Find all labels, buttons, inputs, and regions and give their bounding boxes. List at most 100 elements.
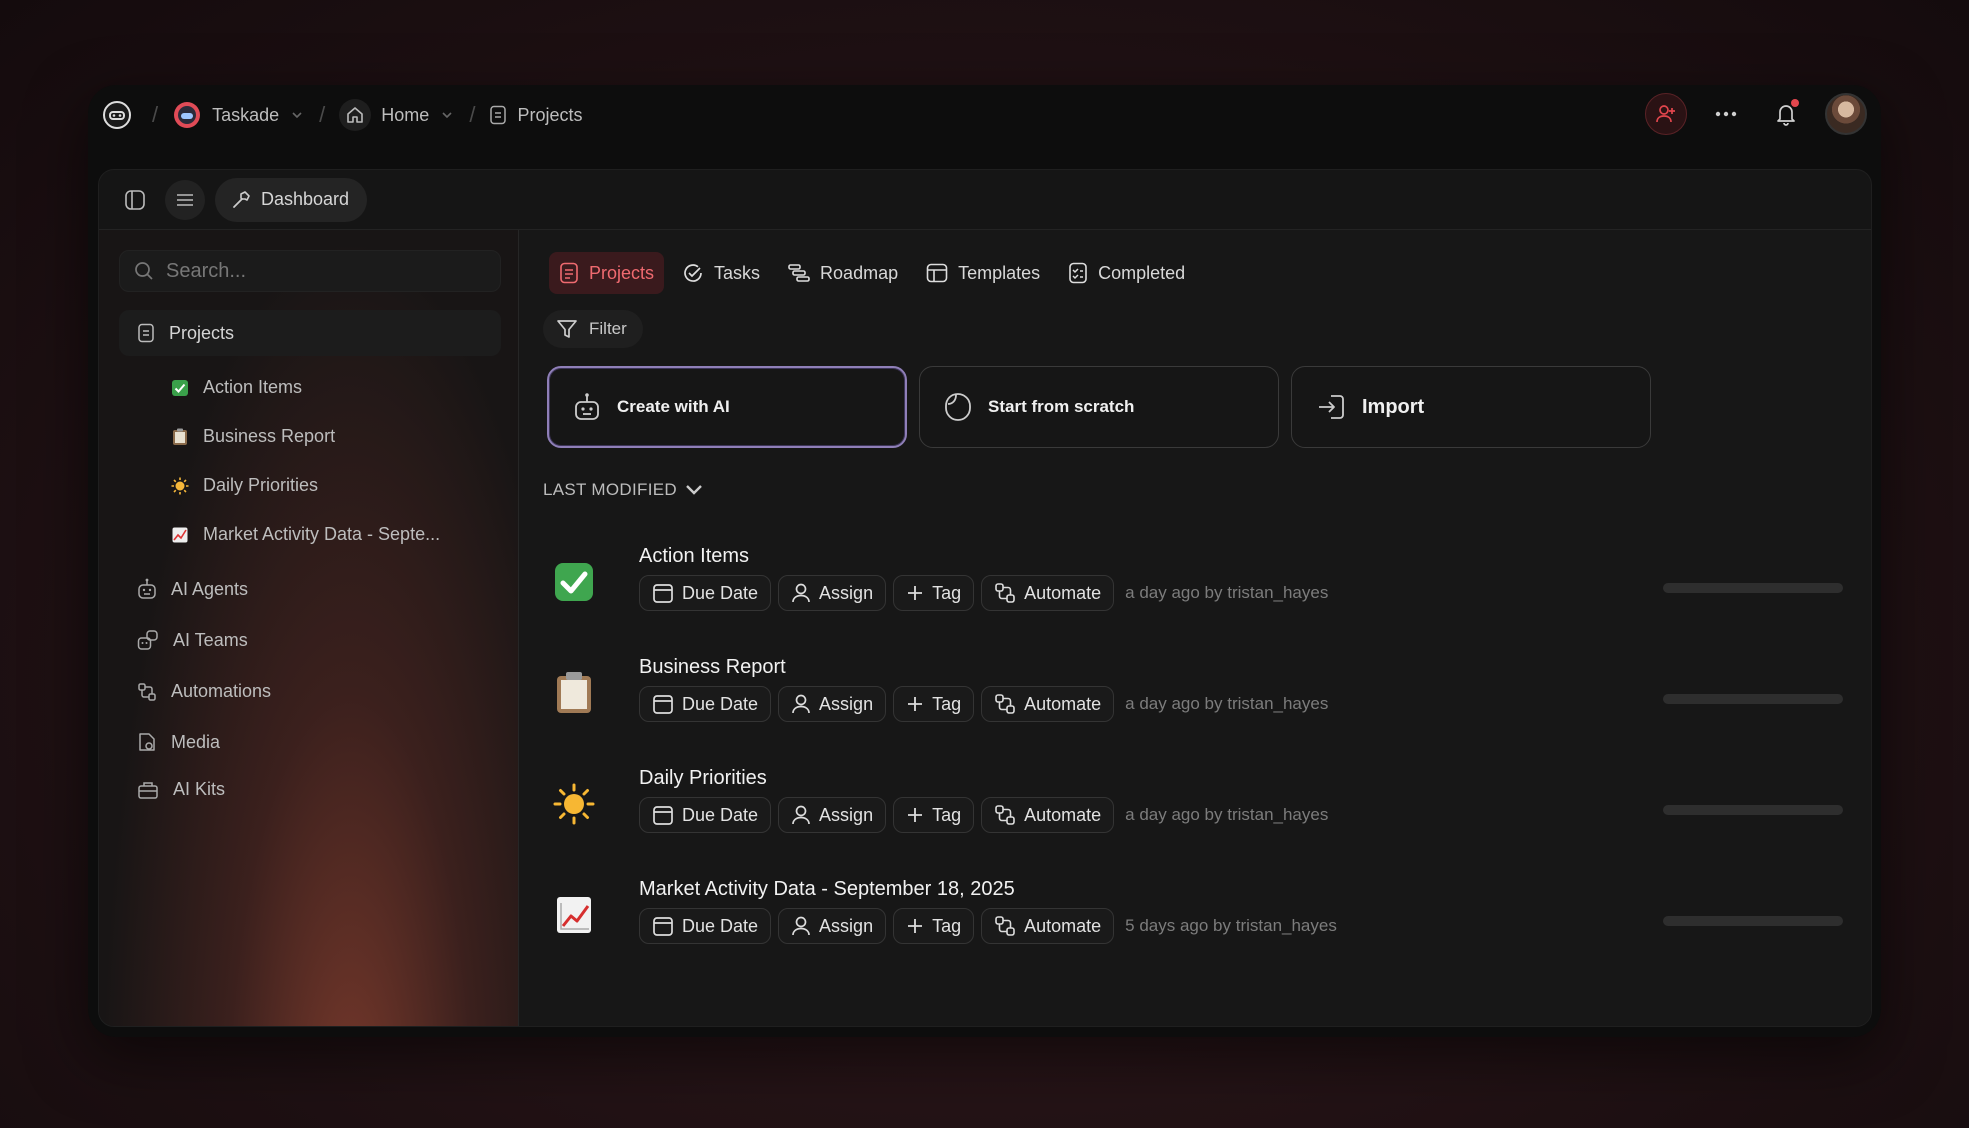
card-label: Start from scratch bbox=[988, 397, 1135, 416]
sidebar-item-media[interactable]: Media bbox=[137, 731, 220, 753]
check-emoji-icon bbox=[549, 557, 599, 607]
chevron-down-icon bbox=[442, 112, 452, 119]
search-input[interactable]: Search... bbox=[119, 250, 501, 292]
sidebar-item-ai-agents[interactable]: AI Agents bbox=[137, 578, 248, 600]
automate-button[interactable]: Automate bbox=[981, 575, 1115, 611]
filter-label: Filter bbox=[589, 319, 627, 338]
check-emoji-icon bbox=[171, 379, 189, 397]
roadmap-icon bbox=[788, 264, 810, 282]
chip-label: Automate bbox=[1024, 693, 1102, 714]
automation-icon bbox=[995, 916, 1015, 936]
more-options-button[interactable] bbox=[1705, 93, 1747, 135]
tag-button[interactable]: Tag bbox=[893, 797, 975, 833]
tab-templates[interactable]: Templates bbox=[916, 252, 1050, 294]
sidebar-panel-icon bbox=[125, 189, 145, 210]
sidebar-item-label: Automations bbox=[171, 681, 272, 701]
project-actions: Due Date Assign Tag Automate a day ago b… bbox=[639, 686, 1328, 722]
tasks-icon bbox=[684, 264, 702, 282]
user-icon bbox=[792, 583, 810, 603]
project-actions: Due Date Assign Tag Automate 5 days ago … bbox=[639, 908, 1337, 944]
sidebar-item-projects[interactable]: Projects bbox=[119, 310, 501, 356]
automate-button[interactable]: Automate bbox=[981, 908, 1115, 944]
chip-label: Tag bbox=[932, 693, 962, 714]
sun-emoji-icon bbox=[549, 779, 599, 829]
assign-button[interactable]: Assign bbox=[778, 908, 887, 944]
home-icon bbox=[339, 99, 372, 131]
sidebar-item-label: Action Items bbox=[203, 377, 303, 397]
search-placeholder: Search... bbox=[166, 259, 247, 282]
tag-button[interactable]: Tag bbox=[893, 908, 975, 944]
workspace-avatar-icon bbox=[174, 102, 201, 128]
project-title[interactable]: Market Activity Data - September 18, 202… bbox=[639, 878, 1015, 901]
sidebar-item-automations[interactable]: Automations bbox=[137, 681, 271, 702]
sun-emoji-icon bbox=[171, 477, 189, 495]
media-icon bbox=[139, 733, 155, 751]
breadcrumb-home[interactable]: Home bbox=[339, 99, 455, 131]
dashboard-button[interactable]: Dashboard bbox=[215, 177, 368, 222]
sidebar-project-business-report[interactable]: Business Report bbox=[171, 426, 335, 447]
tab-projects[interactable]: Projects bbox=[549, 252, 665, 294]
tab-roadmap[interactable]: Roadmap bbox=[778, 252, 908, 294]
sidebar-item-ai-kits[interactable]: AI Kits bbox=[137, 779, 225, 800]
completed-icon bbox=[1069, 262, 1087, 284]
assign-button[interactable]: Assign bbox=[778, 686, 887, 722]
taskade-logo-icon[interactable] bbox=[96, 94, 138, 136]
start-from-scratch-button[interactable]: Start from scratch bbox=[919, 366, 1279, 448]
due-date-button[interactable]: Due Date bbox=[639, 908, 772, 944]
team-icon bbox=[137, 630, 158, 650]
tab-tasks[interactable]: Tasks bbox=[672, 252, 770, 294]
assign-button[interactable]: Assign bbox=[778, 575, 887, 611]
chart-emoji-icon bbox=[171, 526, 189, 544]
kit-icon bbox=[138, 781, 158, 799]
sidebar-project-market-activity[interactable]: Market Activity Data - Septe... bbox=[171, 524, 440, 545]
breadcrumb-workspace[interactable]: Taskade bbox=[172, 100, 305, 130]
automate-button[interactable]: Automate bbox=[981, 797, 1115, 833]
tab-completed[interactable]: Completed bbox=[1058, 252, 1195, 294]
clipboard-emoji-icon bbox=[549, 668, 599, 718]
sidebar-item-ai-teams[interactable]: AI Teams bbox=[137, 629, 248, 651]
filter-button[interactable]: Filter bbox=[543, 310, 643, 348]
chip-label: Tag bbox=[932, 804, 962, 825]
breadcrumb-projects[interactable]: Projects bbox=[489, 105, 582, 126]
automate-button[interactable]: Automate bbox=[981, 686, 1115, 722]
invite-user-button[interactable] bbox=[1645, 93, 1687, 135]
user-avatar[interactable] bbox=[1825, 93, 1867, 135]
project-meta: a day ago by tristan_hayes bbox=[1125, 694, 1329, 713]
top-bar: / Taskade / Home / Projects bbox=[88, 85, 1881, 145]
assign-button[interactable]: Assign bbox=[778, 797, 887, 833]
import-icon bbox=[1319, 395, 1344, 419]
toggle-sidebar-button[interactable] bbox=[115, 180, 155, 220]
sidebar-project-action-items[interactable]: Action Items bbox=[171, 377, 302, 398]
create-with-ai-button[interactable]: Create with AI bbox=[547, 366, 907, 448]
tab-label: Tasks bbox=[714, 262, 761, 283]
tag-button[interactable]: Tag bbox=[893, 575, 975, 611]
app-window: / Taskade / Home / Projects Dashboard Se… bbox=[88, 85, 1881, 1037]
project-meta: a day ago by tristan_hayes bbox=[1125, 805, 1329, 824]
chart-emoji-icon bbox=[549, 890, 599, 940]
notifications-button[interactable] bbox=[1765, 93, 1807, 135]
user-icon bbox=[792, 916, 810, 936]
due-date-button[interactable]: Due Date bbox=[639, 686, 772, 722]
progress-placeholder bbox=[1663, 694, 1843, 704]
due-date-button[interactable]: Due Date bbox=[639, 797, 772, 833]
project-title[interactable]: Action Items bbox=[639, 545, 749, 568]
project-title[interactable]: Business Report bbox=[639, 656, 786, 679]
tab-label: Projects bbox=[589, 262, 655, 283]
project-title[interactable]: Daily Priorities bbox=[639, 767, 767, 790]
tag-button[interactable]: Tag bbox=[893, 686, 975, 722]
projects-icon bbox=[560, 262, 578, 284]
import-button[interactable]: Import bbox=[1291, 366, 1651, 448]
breadcrumb: / Taskade / Home / Projects bbox=[96, 94, 582, 136]
chip-label: Assign bbox=[819, 804, 874, 825]
hammer-icon bbox=[233, 190, 250, 208]
clipboard-emoji-icon bbox=[171, 428, 189, 446]
calendar-icon bbox=[653, 917, 673, 936]
dashboard-toolbar: Dashboard bbox=[99, 170, 1871, 230]
blank-page-icon bbox=[945, 393, 971, 421]
sidebar-project-daily-priorities[interactable]: Daily Priorities bbox=[171, 475, 318, 496]
sort-dropdown[interactable]: LAST MODIFIED bbox=[543, 480, 703, 500]
project-meta: a day ago by tristan_hayes bbox=[1125, 583, 1329, 602]
menu-button[interactable] bbox=[165, 179, 205, 220]
due-date-button[interactable]: Due Date bbox=[639, 575, 772, 611]
user-plus-icon bbox=[1656, 105, 1675, 123]
